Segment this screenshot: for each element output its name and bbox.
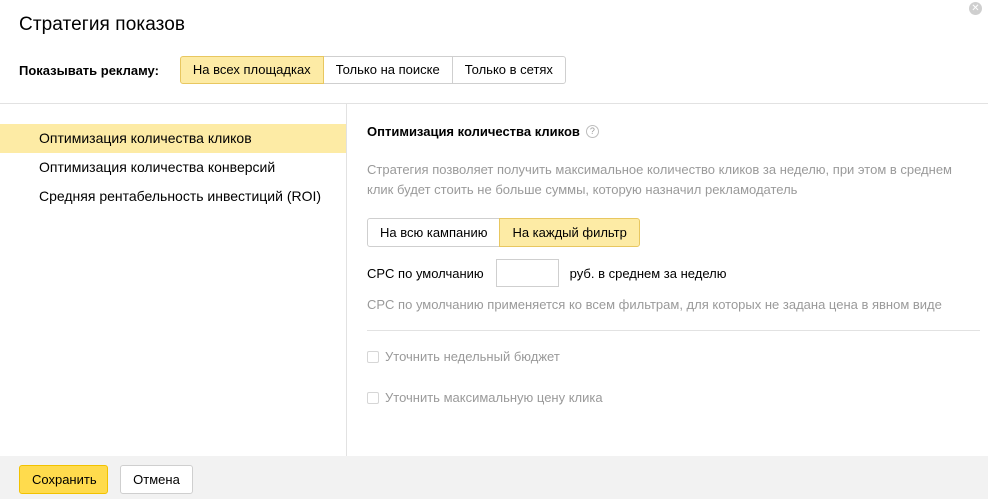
placement-all-button[interactable]: На всех площадках (179, 56, 324, 84)
close-icon[interactable]: ✕ (969, 2, 982, 15)
show-ads-row: Показывать рекламу: На всех площадках То… (19, 56, 566, 84)
show-ads-label: Показывать рекламу: (19, 62, 159, 78)
column-divider (346, 104, 347, 456)
weekly-budget-option: Уточнить недельный бюджет (367, 349, 560, 364)
placement-search-button[interactable]: Только на поиске (322, 56, 453, 84)
dialog-footer: Сохранить Отмена (0, 456, 988, 499)
save-button[interactable]: Сохранить (19, 465, 108, 494)
max-click-price-label: Уточнить максимальную цену клика (385, 390, 603, 405)
cpc-label: CPC по умолчанию (367, 265, 484, 281)
max-click-price-option: Уточнить максимальную цену клика (367, 390, 603, 405)
placement-segmented-control: На всех площадках Только на поиске Тольк… (179, 56, 566, 84)
cpc-hint: CPC по умолчанию применяется ко всем фил… (367, 297, 942, 312)
strategy-item-clicks[interactable]: Оптимизация количества кликов (0, 124, 346, 153)
dialog-title: Стратегия показов (19, 14, 186, 35)
max-click-price-checkbox[interactable] (367, 391, 379, 404)
cancel-button[interactable]: Отмена (120, 465, 193, 494)
details-title-text: Оптимизация количества кликов (367, 124, 580, 139)
weekly-budget-label: Уточнить недельный бюджет (385, 349, 560, 364)
placement-networks-button[interactable]: Только в сетях (451, 56, 566, 84)
cpc-input[interactable] (495, 259, 559, 287)
strategy-description: Стратегия позволяет получить максимально… (367, 162, 952, 197)
weekly-budget-checkbox[interactable] (367, 350, 379, 363)
help-icon[interactable]: ? (585, 125, 599, 138)
strategy-item-conversions[interactable]: Оптимизация количества конверсий (0, 153, 346, 182)
cpc-suffix: руб. в среднем за неделю (569, 265, 727, 281)
details-title: Оптимизация количества кликов ? (367, 124, 599, 139)
top-divider (0, 103, 988, 104)
default-cpc-row: CPC по умолчанию руб. в среднем за недел… (367, 259, 726, 287)
scope-filter-button[interactable]: На каждый фильтр (499, 218, 640, 247)
strategy-item-roi[interactable]: Средняя рентабельность инвестиций (ROI) (0, 182, 346, 211)
strategy-list: Оптимизация количества кликов Оптимизаци… (0, 124, 346, 211)
strategy-dialog: Стратегия показов ✕ Показывать рекламу: … (0, 0, 988, 499)
details-divider (367, 330, 980, 331)
scope-campaign-button[interactable]: На всю кампанию (367, 218, 501, 247)
scope-segmented-control: На всю кампанию На каждый фильтр (367, 218, 640, 247)
